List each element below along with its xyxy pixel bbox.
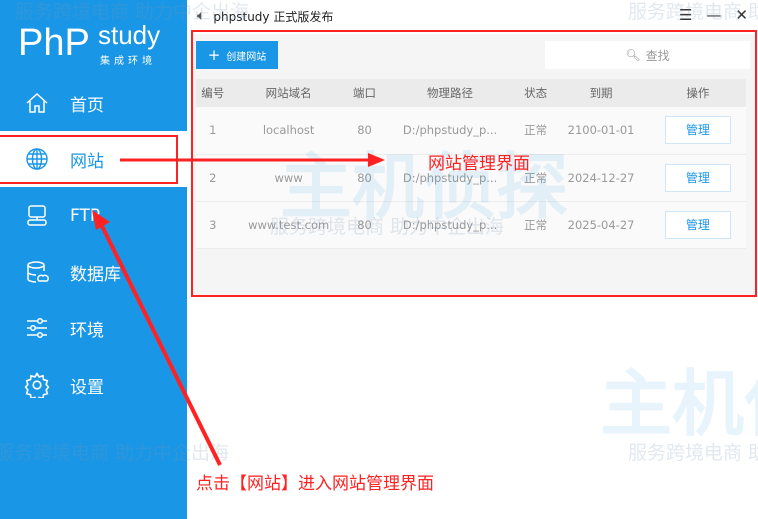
arrow-to-nav bbox=[92, 210, 222, 466]
annotation-panel-label: 网站管理界面 bbox=[428, 154, 530, 174]
annotation-arrows bbox=[92, 153, 385, 466]
annotation-instruction: 点击【网站】进入网站管理界面 bbox=[196, 474, 434, 494]
arrow-to-panel bbox=[120, 153, 385, 167]
